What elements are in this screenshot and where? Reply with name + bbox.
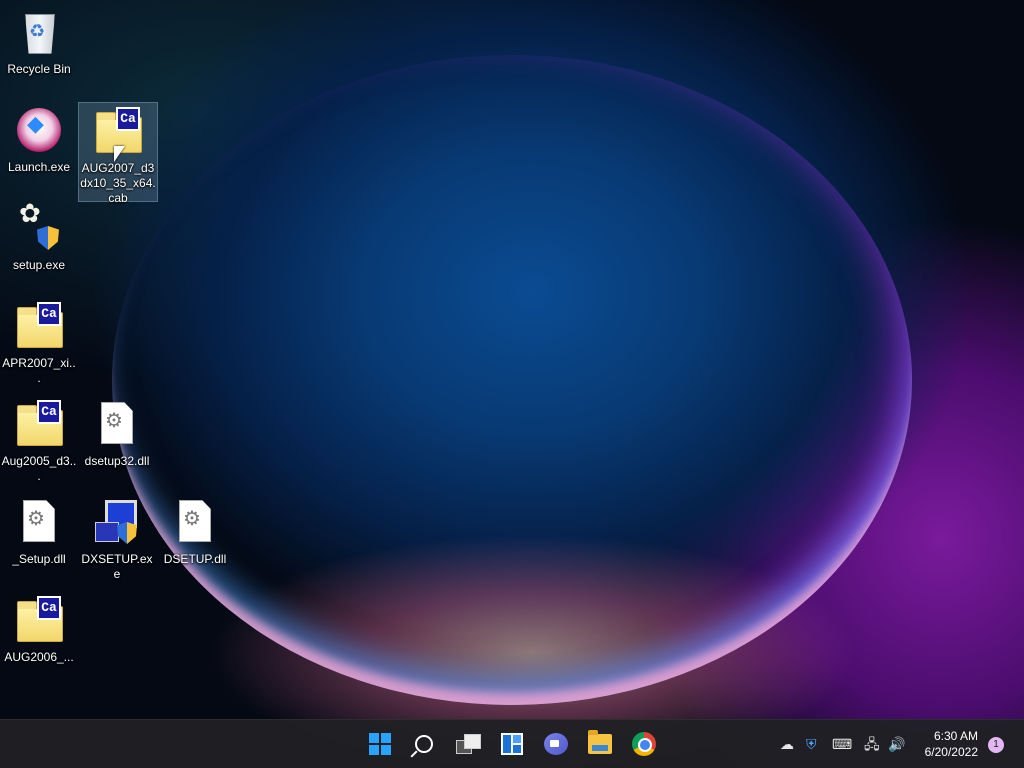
mouse-pointer-icon: [114, 146, 125, 162]
desktop-icon-label: Recycle Bin: [7, 62, 71, 76]
notification-badge[interactable]: 1: [988, 737, 1004, 753]
teams-chat-icon: [544, 733, 568, 755]
desktop-icon-label: setup.exe: [12, 258, 66, 272]
dll-file-icon: ⚙: [93, 400, 141, 448]
cab-file-icon: Ca: [15, 302, 63, 350]
desktop-icon-setup-exe[interactable]: ✿ setup.exe: [0, 200, 78, 273]
clock[interactable]: 6:30 AM 6/20/2022: [925, 728, 978, 760]
cab-file-icon: Ca: [15, 596, 63, 644]
desktop-icon-apr2007-cab[interactable]: Ca APR2007_xi...: [0, 298, 78, 386]
start-button[interactable]: [364, 728, 396, 760]
cab-file-icon: Ca: [15, 400, 63, 448]
desktop-icon-dsetup-dll[interactable]: ⚙ DSETUP.dll: [156, 494, 234, 567]
windows-logo-icon: [369, 733, 391, 755]
desktop-icon-dsetup32-dll[interactable]: ⚙ dsetup32.dll: [78, 396, 156, 469]
desktop-icon-label: APR2007_xi...: [2, 356, 76, 385]
desktop-icon-aug2006-cab[interactable]: Ca AUG2006_...: [0, 592, 78, 665]
widgets-icon: [501, 733, 523, 755]
chrome-icon: [632, 732, 656, 756]
desktop-icon-setup-dll[interactable]: ⚙ _Setup.dll: [0, 494, 78, 567]
desktop-icon-label: Aug2005_d3...: [1, 454, 77, 483]
dll-file-icon: ⚙: [15, 498, 63, 546]
wallpaper-bloom: [112, 55, 912, 705]
chat-button[interactable]: [540, 728, 572, 760]
defender-shield-icon[interactable]: ⛨: [806, 734, 817, 754]
desktop-icon-label: AUG2007_d3dx10_35_x64.cab: [80, 161, 156, 205]
dxsetup-icon: [93, 498, 141, 546]
desktop-icon-label: _Setup.dll: [12, 552, 66, 566]
file-explorer-icon: [588, 730, 612, 754]
gem-launcher-icon: ◆: [15, 106, 63, 154]
task-view-button[interactable]: [452, 728, 484, 760]
desktop-icon-label: dsetup32.dll: [84, 454, 150, 468]
keyboard-icon[interactable]: ⌨: [832, 734, 852, 754]
widgets-button[interactable]: [496, 728, 528, 760]
file-explorer-button[interactable]: [584, 728, 616, 760]
volume-icon[interactable]: 🔊: [888, 734, 905, 754]
clock-date: 6/20/2022: [924, 745, 978, 759]
desktop-icon-label: AUG2006_...: [4, 650, 74, 664]
desktop-icon-label: Launch.exe: [7, 160, 71, 174]
network-icon[interactable]: 🖧: [864, 734, 880, 754]
desktop-icon-launch-exe[interactable]: ◆ Launch.exe: [0, 102, 78, 175]
search-icon: [415, 735, 433, 753]
dll-file-icon: ⚙: [171, 498, 219, 546]
setup-installer-icon: ✿: [15, 200, 63, 252]
desktop-icon-dxsetup-exe[interactable]: DXSETUP.exe: [78, 494, 156, 582]
recycle-bin-icon: ♻: [15, 8, 63, 56]
desktop-icon-aug2005-cab[interactable]: Ca Aug2005_d3...: [0, 396, 78, 484]
task-view-icon: [456, 734, 481, 754]
clock-time: 6:30 AM: [933, 729, 978, 743]
chrome-button[interactable]: [628, 728, 660, 760]
onedrive-offline-icon[interactable]: ☁: [780, 734, 794, 754]
taskbar: ☁ ⛨ ⌨ 🖧 🔊 6:30 AM 6/20/2022 1: [0, 719, 1024, 768]
search-button[interactable]: [408, 728, 440, 760]
desktop-icon-recycle-bin[interactable]: ♻ Recycle Bin: [0, 4, 78, 77]
desktop-icon-label: DXSETUP.exe: [81, 552, 153, 581]
desktop-icon-label: DSETUP.dll: [163, 552, 227, 566]
